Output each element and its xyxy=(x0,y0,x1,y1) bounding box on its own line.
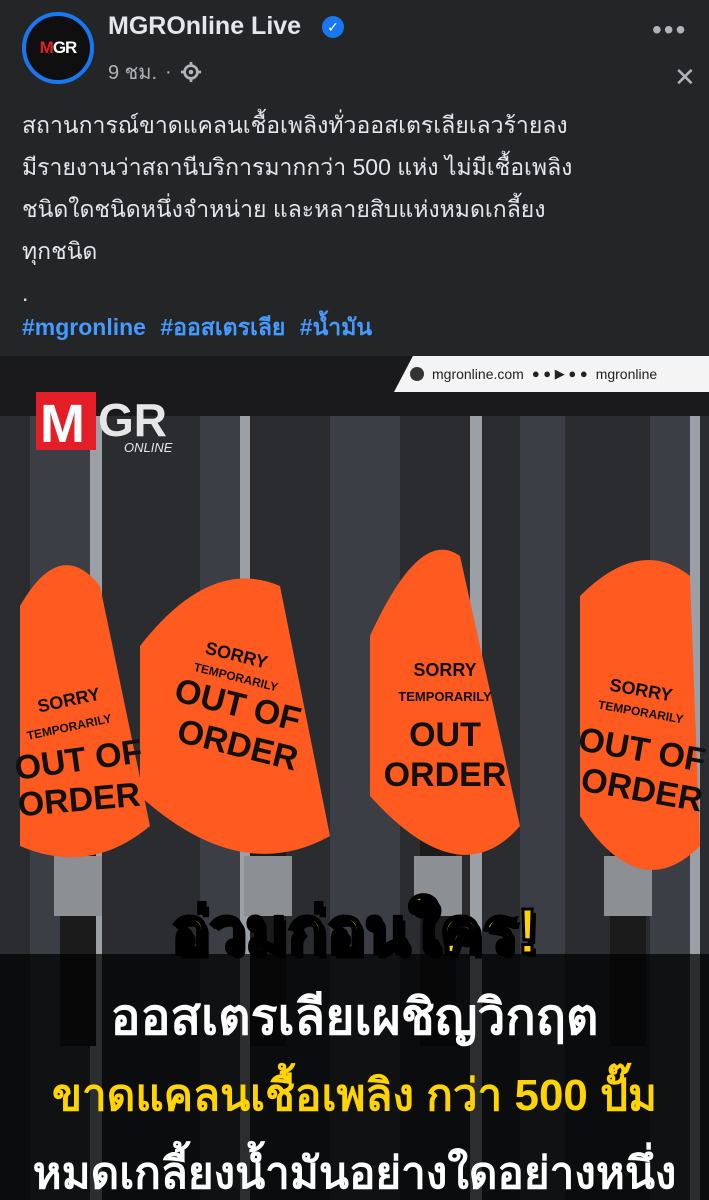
page-avatar[interactable]: MGR xyxy=(22,12,94,84)
headline-quaternary: หมดเกลี้ยงน้ำมันอย่างใดอย่างหนึ่ง xyxy=(32,1149,677,1198)
post-header: MGR MGROnline Live ✓ 9 ชม. · ••• ✕ xyxy=(0,0,709,93)
logo-m: M xyxy=(40,394,85,454)
globe-privacy-icon[interactable] xyxy=(180,61,202,83)
post-text-line: ชนิดใดชนิดหนึ่งจำหน่าย และหลายสิบแห่งหมด… xyxy=(22,196,546,222)
more-options-icon[interactable]: ••• xyxy=(652,14,687,46)
close-icon[interactable]: ✕ xyxy=(674,62,696,93)
post-text-line: มีรายงานว่าสถานีบริการมากกว่า 500 แห่ง ไ… xyxy=(22,154,573,180)
logo-sub: ONLINE xyxy=(124,440,173,455)
meta-separator: · xyxy=(165,60,172,83)
globe-icon xyxy=(410,367,424,381)
verified-badge-icon: ✓ xyxy=(322,16,344,38)
social-icons: ● ● ▶ ● ● xyxy=(531,366,588,381)
hashtag-link[interactable]: #ออสเตรเลีย xyxy=(160,314,285,340)
post-text-line: . xyxy=(22,280,29,306)
page-name[interactable]: MGROnline Live xyxy=(108,12,301,41)
hashtag-link[interactable]: #mgronline xyxy=(22,314,146,340)
banner-site: mgronline.com xyxy=(432,366,524,382)
headline-secondary: ออสเตรเลียเผชิญวิกฤต xyxy=(110,989,599,1045)
headline-primary: อ่วมก่อนใคร! xyxy=(169,894,539,969)
logo-text: GR xyxy=(98,394,167,446)
post-meta: 9 ชม. · xyxy=(108,56,202,88)
mgr-online-logo: M GR ONLINE xyxy=(36,392,173,455)
post-body: สถานการณ์ขาดแคลนเชื้อเพลิงทั่วออสเตรเลีย… xyxy=(22,104,692,314)
svg-text:ORDER: ORDER xyxy=(384,756,507,794)
banner-handle: mgronline xyxy=(595,366,658,382)
image-source-banner: mgronline.com ● ● ▶ ● ● mgronline xyxy=(394,356,709,392)
post-text-line: สถานการณ์ขาดแคลนเชื้อเพลิงทั่วออสเตรเลีย… xyxy=(22,112,568,138)
headline-tertiary: ขาดแคลนเชื้อเพลิง กว่า 500 ปั๊ม xyxy=(51,1071,658,1120)
svg-text:SORRY: SORRY xyxy=(413,660,476,680)
hashtag-link[interactable]: #น้ำมัน xyxy=(300,314,372,340)
hashtag-list: #mgronline #ออสเตรเลีย #น้ำมัน xyxy=(22,310,380,346)
post-image[interactable]: SORRY TEMPORARILY OUT OF ORDER SORRY TEM… xyxy=(0,356,709,1200)
svg-text:OUT: OUT xyxy=(409,716,481,754)
post-time[interactable]: 9 ชม. xyxy=(108,56,157,88)
post-text-line: ทุกชนิด xyxy=(22,238,98,264)
svg-text:TEMPORARILY: TEMPORARILY xyxy=(398,689,492,704)
avatar-logo: MGR xyxy=(39,38,78,57)
